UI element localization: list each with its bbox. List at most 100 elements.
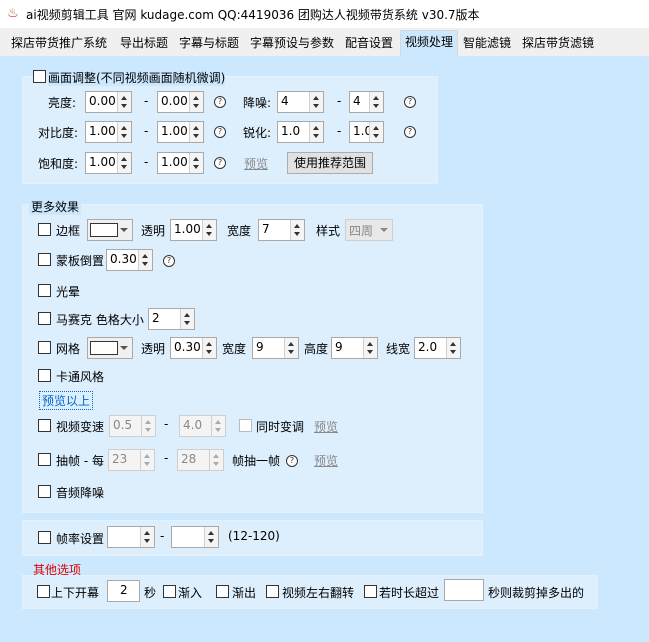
- border-width-stepper[interactable]: 7: [258, 219, 305, 241]
- fade-in-checkbox[interactable]: [163, 585, 176, 598]
- halo-checkbox[interactable]: [38, 284, 51, 297]
- tab-video-processing[interactable]: 视频处理: [400, 30, 458, 56]
- video-processing-panel: 画面调整(不同视频画面随机微调) 亮度: 0.00 - 0.00 ? 降噪: 4…: [0, 56, 649, 642]
- grid-line-stepper[interactable]: 2.0: [414, 337, 461, 359]
- tab-export-title[interactable]: 导出标题: [116, 32, 172, 54]
- frame-drop-max-stepper[interactable]: 28: [177, 449, 224, 471]
- framerate-checkbox[interactable]: [38, 531, 51, 544]
- brightness-max-stepper[interactable]: 0.00: [157, 91, 204, 113]
- framerate-dash: -: [160, 529, 165, 543]
- sharpen-help-icon[interactable]: ?: [404, 126, 416, 138]
- tab-store-promo[interactable]: 探店带货推广系统: [6, 32, 112, 54]
- mosaic-checkbox[interactable]: [38, 312, 51, 325]
- frame-drop-min-stepper[interactable]: 23: [108, 449, 155, 471]
- saturation-label: 饱和度:: [38, 157, 79, 171]
- open-seconds-input[interactable]: 2: [107, 580, 140, 602]
- speed-dash: -: [164, 417, 169, 431]
- top-bottom-open-checkbox[interactable]: [37, 585, 50, 598]
- frame-drop-checkbox[interactable]: [38, 453, 51, 466]
- grid-checkbox[interactable]: [38, 341, 51, 354]
- speed-preview-link[interactable]: 预览: [314, 418, 338, 435]
- frame-drop-preview-link[interactable]: 预览: [314, 452, 338, 469]
- flip-checkbox[interactable]: [266, 585, 279, 598]
- mask-flip-checkbox[interactable]: [38, 253, 51, 266]
- mask-flip-label: 蒙板倒置: [56, 254, 105, 268]
- denoise-dash: -: [337, 94, 342, 108]
- border-style-select[interactable]: 四周: [345, 219, 393, 241]
- use-recommended-range-button[interactable]: 使用推荐范围: [287, 152, 373, 174]
- border-checkbox[interactable]: [38, 223, 51, 236]
- framerate-max-stepper[interactable]: [171, 526, 219, 548]
- screen-adjust-preview-link[interactable]: 预览: [244, 155, 268, 172]
- saturation-max-stepper[interactable]: 1.00: [157, 152, 204, 174]
- grid-label: 网格: [56, 342, 81, 356]
- denoise-label: 降噪:: [243, 96, 272, 110]
- brightness-label: 亮度:: [48, 96, 77, 110]
- contrast-help-icon[interactable]: ?: [214, 126, 226, 138]
- border-label: 边框: [56, 224, 81, 238]
- border-opacity-label: 透明: [141, 224, 166, 238]
- frame-drop-help-icon[interactable]: ?: [286, 455, 298, 467]
- app-icon: ♨: [7, 6, 19, 21]
- duration-limit-checkbox[interactable]: [364, 585, 377, 598]
- grid-width-stepper[interactable]: 9: [252, 337, 299, 359]
- tab-subtitle-presets[interactable]: 字幕预设与参数: [246, 32, 338, 54]
- frame-drop-suffix: 帧抽一帧: [232, 454, 281, 468]
- trim-excess-label: 秒则裁剪掉多出的: [488, 586, 585, 600]
- duration-limit-input[interactable]: [444, 579, 484, 601]
- speed-label: 视频变速: [56, 420, 105, 434]
- sync-pitch-label: 同时变调: [256, 420, 305, 434]
- audio-denoise-checkbox[interactable]: [38, 485, 51, 498]
- cartoon-label: 卡通风格: [56, 370, 105, 384]
- speed-min-stepper[interactable]: 0.5: [109, 415, 156, 437]
- contrast-max-stepper[interactable]: 1.00: [157, 121, 204, 143]
- grid-height-label: 高度: [304, 342, 329, 356]
- screen-adjust-checkbox[interactable]: [33, 70, 46, 83]
- mosaic-label: 马赛克 色格大小: [56, 313, 144, 327]
- title-bar: ♨ ai视频剪辑工具 官网 kudage.com QQ:4419036 团购达人…: [0, 0, 649, 28]
- preview-above-link[interactable]: 预览以上: [39, 391, 94, 410]
- border-color-picker[interactable]: [87, 219, 133, 241]
- halo-label: 光晕: [56, 285, 81, 299]
- saturation-min-stepper[interactable]: 1.00: [85, 152, 132, 174]
- brightness-help-icon[interactable]: ?: [214, 96, 226, 108]
- denoise-max-stepper[interactable]: 4: [349, 91, 384, 113]
- contrast-min-stepper[interactable]: 1.00: [85, 121, 132, 143]
- grid-line-label: 线宽: [386, 342, 411, 356]
- flip-label: 视频左右翻转: [282, 586, 355, 600]
- tab-subtitle-title[interactable]: 字幕与标题: [176, 32, 242, 54]
- fade-out-checkbox[interactable]: [216, 585, 229, 598]
- grid-opacity-stepper[interactable]: 0.30: [170, 337, 217, 359]
- window-title: ai视频剪辑工具 官网 kudage.com QQ:4419036 团购达人视频…: [26, 8, 480, 22]
- framerate-min-stepper[interactable]: [107, 526, 155, 548]
- sharpen-dash: -: [337, 124, 342, 138]
- grid-color-picker[interactable]: [87, 337, 133, 359]
- mask-flip-stepper[interactable]: 0.30: [106, 249, 153, 271]
- speed-max-stepper[interactable]: 4.0: [179, 415, 226, 437]
- sharpen-max-stepper[interactable]: 1.0: [349, 121, 384, 143]
- tab-store-filter[interactable]: 探店带货滤镜: [518, 32, 598, 54]
- speed-checkbox[interactable]: [38, 419, 51, 432]
- duration-limit-label: 若时长超过: [379, 586, 440, 600]
- grid-height-stepper[interactable]: 9: [331, 337, 378, 359]
- saturation-help-icon[interactable]: ?: [214, 157, 226, 169]
- fade-out-label: 渐出: [232, 586, 257, 600]
- sharpen-label: 锐化:: [243, 126, 272, 140]
- sync-pitch-checkbox[interactable]: [239, 419, 252, 432]
- border-opacity-stepper[interactable]: 1.00: [170, 219, 217, 241]
- brightness-min-stepper[interactable]: 0.00: [85, 91, 132, 113]
- mask-flip-help-icon[interactable]: ?: [163, 255, 175, 267]
- grid-opacity-label: 透明: [141, 342, 166, 356]
- mosaic-size-stepper[interactable]: 2: [148, 308, 195, 330]
- cartoon-checkbox[interactable]: [38, 369, 51, 382]
- framerate-label: 帧率设置: [56, 532, 105, 546]
- top-bottom-open-label: 上下开幕: [51, 586, 100, 600]
- denoise-help-icon[interactable]: ?: [404, 96, 416, 108]
- tab-voice-settings[interactable]: 配音设置: [342, 32, 396, 54]
- frame-drop-label: 抽帧 - 每: [56, 454, 104, 468]
- fade-in-label: 渐入: [178, 586, 203, 600]
- denoise-min-stepper[interactable]: 4: [277, 91, 324, 113]
- seconds-label: 秒: [144, 586, 157, 600]
- tab-smart-filter[interactable]: 智能滤镜: [460, 32, 514, 54]
- sharpen-min-stepper[interactable]: 1.0: [277, 121, 324, 143]
